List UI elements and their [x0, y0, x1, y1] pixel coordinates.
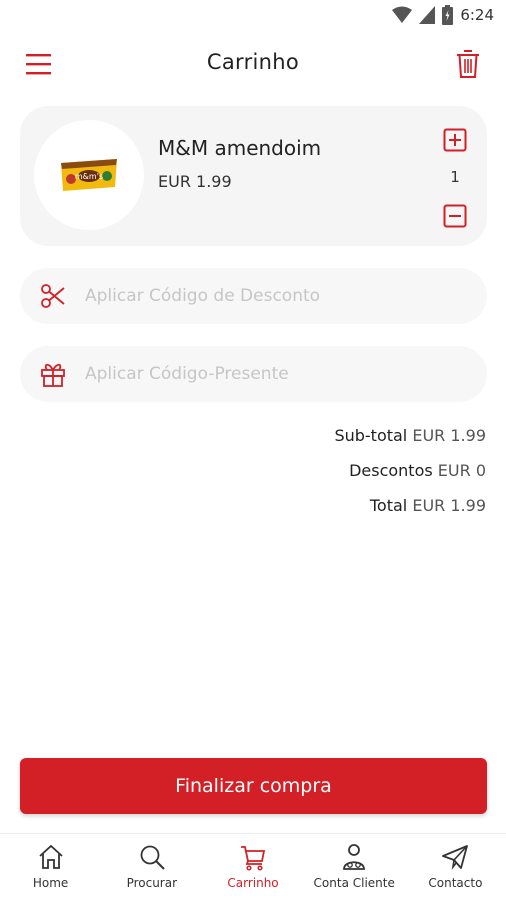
total-label: Total: [369, 496, 408, 515]
plus-square-icon: [443, 128, 467, 152]
product-package-image: m&m's: [61, 159, 117, 191]
search-icon: [140, 845, 165, 870]
cart-item: m&m's M&M amendoim EUR 1.99 1: [20, 106, 487, 246]
status-time: 6:24: [460, 6, 494, 24]
decrease-quantity-button[interactable]: [443, 204, 467, 228]
page-title: Carrinho: [206, 50, 300, 74]
subtotal-value: EUR 1.99: [412, 426, 486, 445]
nav-label-account: Conta Cliente: [313, 876, 395, 890]
discount-row: Descontos EUR 0: [334, 459, 486, 494]
nav-item-contact[interactable]: Contacto: [405, 834, 506, 900]
nav-item-search[interactable]: Procurar: [101, 834, 202, 900]
nav-item-account[interactable]: Conta Cliente: [304, 834, 405, 900]
cart-icon: [241, 846, 266, 871]
discount-code-field[interactable]: [20, 268, 487, 324]
increase-quantity-button[interactable]: [443, 128, 467, 152]
scissors-icon: [38, 281, 68, 311]
discount-label: Descontos: [349, 461, 433, 480]
checkout-button[interactable]: Finalizar compra: [20, 758, 487, 814]
nav-label-contact: Contacto: [428, 876, 483, 890]
nav-label-search: Procurar: [126, 876, 178, 890]
nav-item-cart[interactable]: Carrinho: [202, 834, 303, 900]
minus-square-icon: [443, 204, 467, 228]
gift-code-field[interactable]: [20, 346, 487, 402]
total-value: EUR 1.99: [412, 496, 486, 515]
signal-icon: [419, 6, 436, 24]
total-row: Total EUR 1.99: [334, 494, 486, 529]
home-icon: [38, 844, 63, 869]
product-price: EUR 1.99: [158, 172, 232, 191]
battery-icon: [442, 5, 454, 25]
subtotal-label: Sub-total: [334, 426, 408, 445]
nav-item-home[interactable]: Home: [0, 834, 101, 900]
discount-value: EUR 0: [437, 461, 486, 480]
subtotal-row: Sub-total EUR 1.99: [334, 424, 486, 459]
nav-label-cart: Carrinho: [227, 876, 279, 890]
product-image[interactable]: m&m's: [34, 120, 144, 230]
app-header: Carrinho: [0, 40, 506, 88]
bottom-nav: Home Procurar Carrinho Conta Cliente Con…: [0, 833, 506, 900]
order-summary: Sub-total EUR 1.99 Descontos EUR 0 Total…: [334, 424, 486, 529]
trash-icon: [457, 50, 479, 78]
send-icon: [442, 845, 469, 870]
product-name: M&M amendoim: [158, 136, 322, 160]
wifi-icon: [392, 6, 413, 23]
product-package-label: m&m's: [75, 172, 103, 181]
gift-icon: [38, 359, 68, 389]
nav-label-home: Home: [32, 876, 69, 890]
account-icon: [343, 844, 366, 870]
clear-cart-button[interactable]: [454, 48, 482, 80]
status-bar: 6:24: [0, 0, 506, 32]
gift-code-input[interactable]: [85, 364, 455, 384]
quantity-value: 1: [450, 168, 460, 186]
discount-code-input[interactable]: [85, 286, 455, 306]
